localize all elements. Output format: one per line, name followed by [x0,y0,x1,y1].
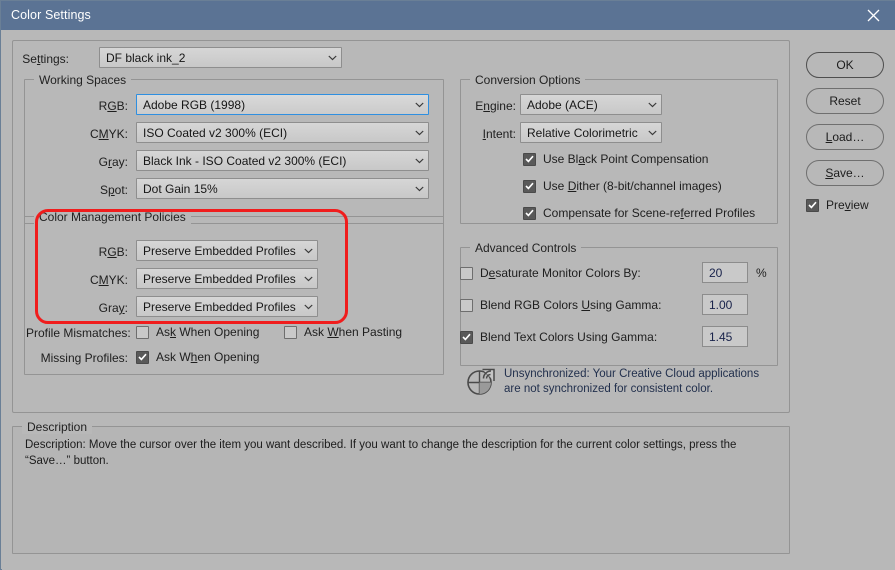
working-spot-label: Spot: [99,183,128,197]
engine-combo[interactable]: Adobe (ACE) [520,94,662,115]
policy-rgb-value: Preserve Embedded Profiles [143,243,296,258]
desaturate-monitor-colors-checkbox[interactable]: Desaturate Monitor Colors By: [460,266,641,280]
description-text: Description: Move the cursor over the it… [25,439,737,467]
load-button-label: Load… [825,130,865,144]
desaturate-value-input[interactable]: 20 [702,262,748,283]
ok-button[interactable]: OK [806,52,884,78]
color-settings-dialog: Color Settings Settings: DF black ink_2 … [0,0,895,570]
preview-label: Preview [826,198,869,212]
intent-combo[interactable]: Relative Colorimetric [520,122,662,143]
blend-rgb-gamma-input[interactable]: 1.00 [702,294,748,315]
chevron-down-icon [411,130,428,136]
policy-gray-combo[interactable]: Preserve Embedded Profiles [136,296,318,317]
compensate-scene-referred-label: Compensate for Scene-referred Profiles [543,206,756,220]
policy-cmyk-value: Preserve Embedded Profiles [143,271,296,286]
sync-notice: Unsynchronized: Your Creative Cloud appl… [465,366,775,399]
use-black-point-compensation-checkbox[interactable]: Use Black Point Compensation [523,152,708,166]
sync-notice-text: Unsynchronized: Your Creative Cloud appl… [504,368,760,395]
blend-rgb-gamma-checkbox[interactable]: Blend RGB Colors Using Gamma: [460,298,661,312]
missing-ask-when-opening-checkbox[interactable]: Ask When Opening [136,350,259,364]
load-button[interactable]: Load… [806,124,884,150]
checkbox-box [523,179,536,193]
description-legend: Description [22,420,93,434]
chevron-down-icon [411,186,428,192]
description-group: Description Description: Move the cursor… [12,420,790,554]
checkbox-box [136,325,149,339]
working-gray-combo[interactable]: Black Ink - ISO Coated v2 300% (ECI) [136,150,429,171]
engine-value: Adobe (ACE) [527,97,598,112]
close-icon [867,9,880,22]
working-rgb-combo[interactable]: Adobe RGB (1998) [136,94,429,115]
mismatch-ask-when-pasting-checkbox[interactable]: Ask When Pasting [284,325,402,339]
close-button[interactable] [850,1,895,30]
color-management-policies-legend: Color Management Policies [34,210,191,224]
blend-rgb-gamma-label: Blend RGB Colors Using Gamma: [480,298,662,312]
mismatch-ask-when-pasting-label: Ask When Pasting [304,325,403,339]
save-button-label: Save… [825,166,865,180]
checkbox-box [284,325,297,339]
missing-ask-when-opening-label: Ask When Opening [156,350,260,364]
working-spot-value: Dot Gain 15% [143,181,218,196]
advanced-controls-legend: Advanced Controls [470,241,582,255]
chevron-down-icon [300,304,317,310]
profile-mismatches-label: Profile Mismatches: [26,326,131,340]
working-rgb-value: Adobe RGB (1998) [143,97,246,112]
chevron-down-icon [644,130,661,136]
percent-suffix-label: % [756,266,767,280]
chevron-down-icon [300,276,317,282]
intent-value: Relative Colorimetric [527,125,638,140]
working-cmyk-combo[interactable]: ISO Coated v2 300% (ECI) [136,122,429,143]
mismatch-ask-when-opening-label: Ask When Opening [156,325,260,339]
policy-cmyk-combo[interactable]: Preserve Embedded Profiles [136,268,318,289]
chevron-down-icon [411,102,428,108]
compensate-scene-referred-checkbox[interactable]: Compensate for Scene-referred Profiles [523,206,755,220]
blend-text-gamma-checkbox[interactable]: Blend Text Colors Using Gamma: [460,330,657,344]
working-cmyk-label: CMYK: [89,127,128,141]
use-black-point-compensation-label: Use Black Point Compensation [543,152,709,166]
reset-button-label: Reset [829,94,861,108]
working-cmyk-value: ISO Coated v2 300% (ECI) [143,125,288,140]
working-gray-value: Black Ink - ISO Coated v2 300% (ECI) [143,153,347,168]
preview-checkbox[interactable]: Preview [806,198,869,212]
conversion-options-legend: Conversion Options [470,73,586,87]
creative-cloud-sync-icon [465,366,495,399]
desaturate-monitor-colors-label: Desaturate Monitor Colors By: [480,266,641,280]
save-button[interactable]: Save… [806,160,884,186]
policy-gray-label: Gray: [98,301,128,315]
policy-gray-value: Preserve Embedded Profiles [143,299,296,314]
window-title: Color Settings [11,8,91,22]
intent-label: Intent: [482,127,516,141]
checkbox-box [460,266,473,280]
reset-button[interactable]: Reset [806,88,884,114]
policy-rgb-combo[interactable]: Preserve Embedded Profiles [136,240,318,261]
blend-text-gamma-input[interactable]: 1.45 [702,326,748,347]
ok-button-label: OK [836,58,854,72]
checkbox-box [806,198,819,212]
dialog-body: Settings: DF black ink_2 Working Spaces … [2,30,895,570]
checkbox-box [136,350,149,364]
checkbox-box [460,298,473,312]
policy-rgb-label: RGB: [98,245,128,259]
working-gray-label: Gray: [98,155,128,169]
working-spaces-legend: Working Spaces [34,73,132,87]
chevron-down-icon [411,158,428,164]
blend-text-gamma-label: Blend Text Colors Using Gamma: [480,330,658,344]
checkbox-box [460,330,473,344]
working-rgb-label: RGB: [98,99,128,113]
mismatch-ask-when-opening-checkbox[interactable]: Ask When Opening [136,325,259,339]
title-bar: Color Settings [1,1,895,30]
chevron-down-icon [644,102,661,108]
checkbox-box [523,206,536,220]
use-dither-label: Use Dither (8-bit/channel images) [543,179,722,193]
missing-profiles-label: Missing Profiles: [40,351,128,365]
policy-cmyk-label: CMYK: [89,273,128,287]
checkbox-box [523,152,536,166]
chevron-down-icon [300,248,317,254]
working-spot-combo[interactable]: Dot Gain 15% [136,178,429,199]
engine-label: Engine: [475,99,516,113]
use-dither-checkbox[interactable]: Use Dither (8-bit/channel images) [523,179,722,193]
